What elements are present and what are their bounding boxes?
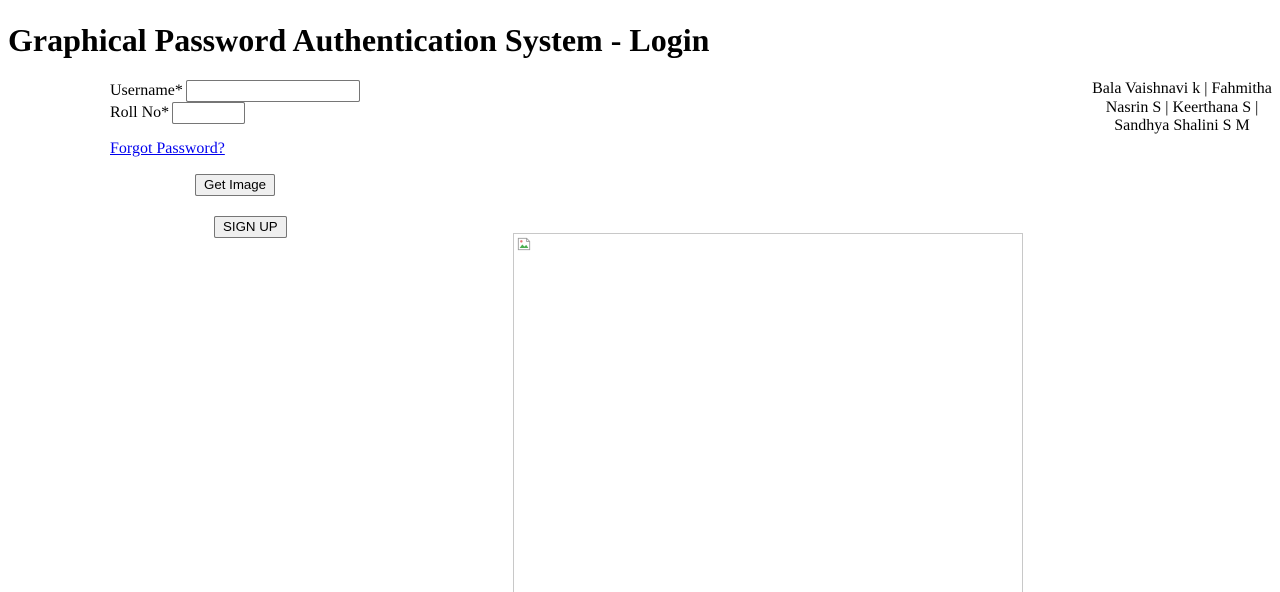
password-image[interactable] <box>513 233 1023 592</box>
broken-image-icon <box>517 237 531 251</box>
forgot-password-link[interactable]: Forgot Password? <box>110 140 225 158</box>
login-page: Graphical Password Authentication System… <box>0 0 1280 592</box>
roll-no-input[interactable] <box>172 102 246 125</box>
username-label: Username* <box>110 82 183 100</box>
sign-up-button[interactable]: SIGN UP <box>214 216 287 238</box>
roll-no-label: Roll No* <box>110 104 170 122</box>
get-image-button[interactable]: Get Image <box>195 174 276 196</box>
team-credits: Bala Vaishnavi k | Fahmitha Nasrin S | K… <box>1092 80 1272 134</box>
username-input[interactable] <box>185 80 360 103</box>
roll-no-row: Roll No* <box>110 102 246 125</box>
username-row: Username* <box>110 80 360 103</box>
page-title: Graphical Password Authentication System… <box>8 22 710 58</box>
